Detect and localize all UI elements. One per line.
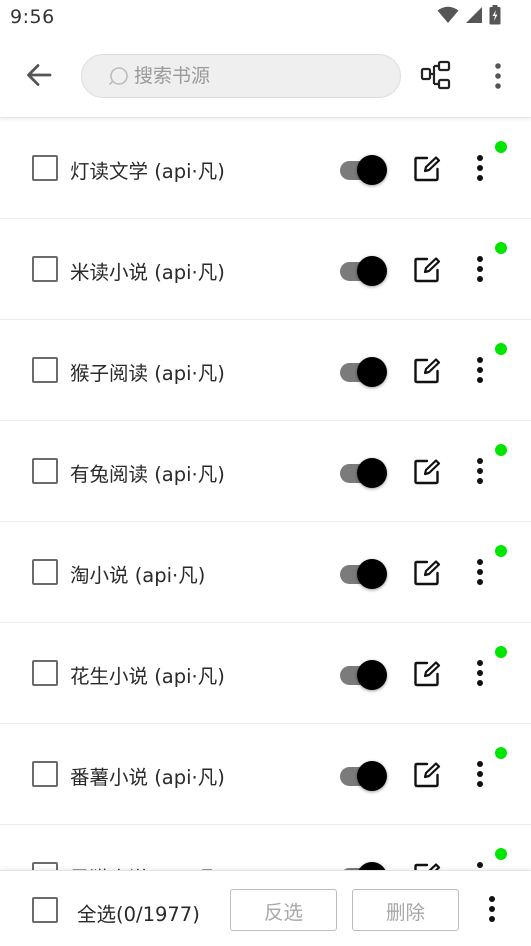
more-vertical-icon[interactable] (470, 859, 490, 870)
search-icon (109, 67, 128, 85)
source-name: 灵猫小说 (api·凡) (70, 862, 225, 870)
switch-thumb (357, 458, 387, 488)
more-vertical-icon (489, 896, 495, 922)
more-vertical-icon[interactable] (470, 152, 490, 184)
source-checkbox[interactable] (32, 660, 58, 686)
source-row[interactable]: 灯读文学 (api·凡) (0, 118, 531, 219)
source-name: 灯读文学 (api·凡) (70, 160, 225, 183)
source-name: 番薯小说 (api·凡) (70, 766, 225, 789)
switch-thumb (357, 256, 387, 286)
status-dot (495, 848, 507, 860)
switch-thumb (357, 155, 387, 185)
more-vertical-icon (495, 63, 501, 89)
status-dot (495, 343, 507, 355)
source-name: 米读小说 (api·凡) (70, 261, 225, 284)
status-dot (495, 747, 507, 759)
source-enable-switch[interactable] (340, 759, 388, 793)
source-row[interactable]: 花生小说 (api·凡) (0, 623, 531, 724)
search-box[interactable] (81, 54, 401, 98)
select-all-label[interactable]: 全选(0/1977) (77, 898, 200, 927)
status-bar: 9:56 (0, 0, 531, 34)
status-time: 9:56 (10, 6, 55, 28)
switch-thumb (357, 660, 387, 690)
source-row[interactable]: 有兔阅读 (api·凡) (0, 421, 531, 522)
toolbar (0, 34, 531, 118)
arrow-left-icon (27, 64, 52, 86)
source-row[interactable]: 灵猫小说 (api·凡) (0, 825, 531, 870)
source-row[interactable]: 米读小说 (api·凡) (0, 219, 531, 320)
source-name: 淘小说 (api·凡) (70, 564, 206, 587)
edit-icon[interactable] (413, 357, 441, 385)
source-checkbox[interactable] (32, 256, 58, 282)
switch-thumb (357, 357, 387, 387)
status-dot (495, 646, 507, 658)
edit-icon[interactable] (413, 458, 441, 486)
edit-icon[interactable] (413, 155, 441, 183)
source-name: 猴子阅读 (api·凡) (70, 362, 225, 385)
source-enable-switch[interactable] (340, 254, 388, 288)
more-vertical-icon[interactable] (470, 556, 490, 588)
bottom-bar: 全选(0/1977) 反选 删除 (0, 870, 531, 946)
source-row[interactable]: 猴子阅读 (api·凡) (0, 320, 531, 421)
group-button[interactable] (418, 58, 454, 94)
source-checkbox[interactable] (32, 458, 58, 484)
source-enable-switch[interactable] (340, 456, 388, 490)
status-dot (495, 545, 507, 557)
group-icon (420, 60, 451, 90)
source-name: 有兔阅读 (api·凡) (70, 463, 225, 486)
status-icons (437, 5, 501, 29)
switch-thumb (357, 862, 387, 870)
more-vertical-icon[interactable] (470, 657, 490, 689)
more-vertical-icon[interactable] (470, 758, 490, 790)
source-enable-switch[interactable] (340, 355, 388, 389)
source-row[interactable]: 番薯小说 (api·凡) (0, 724, 531, 825)
status-dot (495, 444, 507, 456)
more-vertical-icon[interactable] (470, 455, 490, 487)
source-enable-switch[interactable] (340, 860, 388, 870)
source-row[interactable]: 淘小说 (api·凡) (0, 522, 531, 623)
edit-icon[interactable] (413, 660, 441, 688)
battery-charging-icon (489, 5, 501, 29)
switch-thumb (357, 761, 387, 791)
status-dot (495, 141, 507, 153)
edit-icon[interactable] (413, 256, 441, 284)
book-source-screen: 9:56 搜索书源 灯读文学 (api·凡) 米读小说 (api·凡) 猴子阅读… (0, 0, 531, 946)
wifi-icon (437, 6, 459, 28)
more-vertical-icon[interactable] (470, 354, 490, 386)
source-checkbox[interactable] (32, 357, 58, 383)
source-checkbox[interactable] (32, 761, 58, 787)
source-enable-switch[interactable] (340, 557, 388, 591)
source-enable-switch[interactable] (340, 153, 388, 187)
back-button[interactable] (22, 58, 56, 92)
source-list[interactable]: 灯读文学 (api·凡) 米读小说 (api·凡) 猴子阅读 (api·凡) 有兔阅读… (0, 118, 531, 870)
cell-signal-icon (465, 6, 483, 28)
more-vertical-icon[interactable] (470, 253, 490, 285)
source-checkbox[interactable] (32, 559, 58, 585)
bottom-more-button[interactable] (482, 893, 502, 925)
search-input[interactable] (134, 65, 384, 87)
delete-button[interactable]: 删除 (352, 889, 459, 931)
switch-thumb (357, 559, 387, 589)
source-checkbox[interactable] (32, 155, 58, 181)
edit-icon[interactable] (413, 559, 441, 587)
edit-icon[interactable] (413, 761, 441, 789)
invert-selection-button[interactable]: 反选 (230, 889, 337, 931)
source-checkbox[interactable] (32, 862, 58, 870)
status-dot (495, 242, 507, 254)
toolbar-more-button[interactable] (484, 58, 512, 94)
source-enable-switch[interactable] (340, 658, 388, 692)
source-name: 花生小说 (api·凡) (70, 665, 225, 688)
edit-icon[interactable] (413, 862, 441, 870)
select-all-checkbox[interactable] (32, 897, 58, 923)
